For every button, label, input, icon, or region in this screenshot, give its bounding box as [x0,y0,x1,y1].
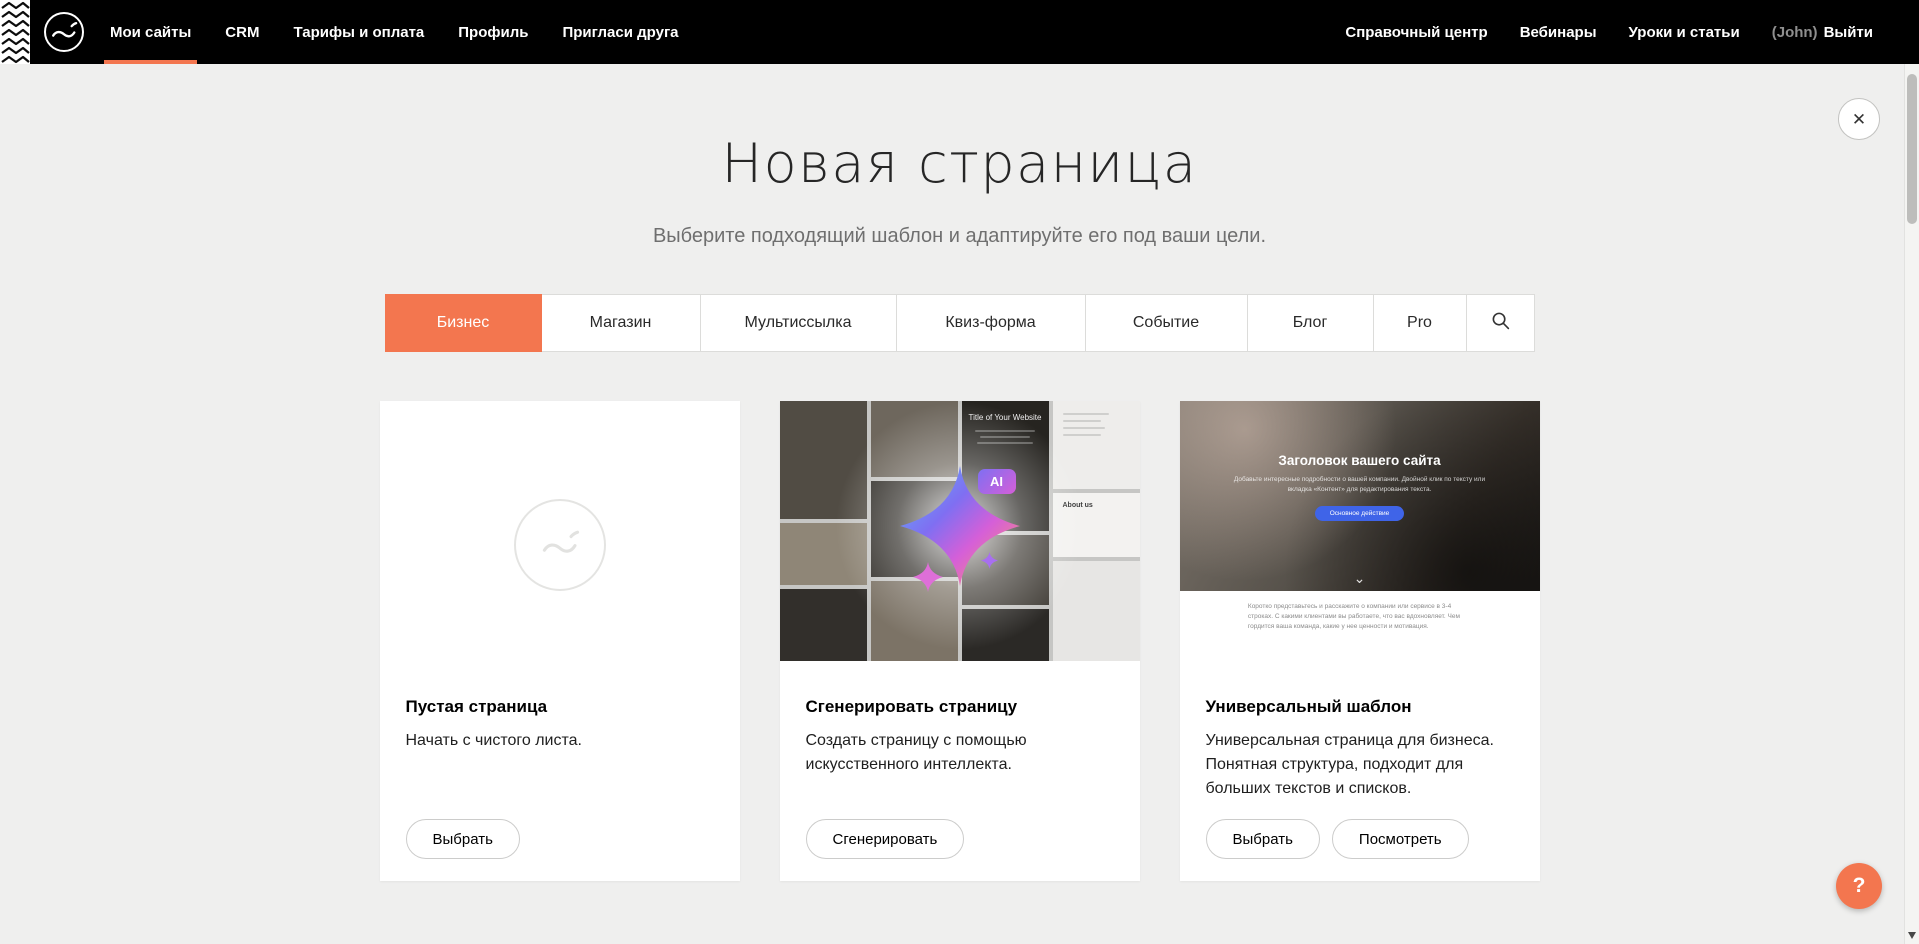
tab-store[interactable]: Магазин [541,294,701,352]
blank-preview [380,401,740,661]
tilda-logo[interactable] [44,12,84,52]
tab-blog[interactable]: Блог [1247,294,1374,352]
help-button[interactable]: ? [1836,863,1882,909]
template-card-blank: Пустая страница Начать с чистого листа. … [380,401,740,881]
ai-badge: AI [978,469,1016,494]
nav-item-profile[interactable]: Профиль [458,0,528,64]
tab-event[interactable]: Событие [1085,294,1248,352]
main-nav: Мои сайты CRM Тарифы и оплата Профиль Пр… [110,0,679,64]
logout-label: Выйти [1824,24,1873,41]
page-title: Новая страница [0,132,1919,195]
tilda-watermark-icon [514,499,606,591]
small-sparkle-icon [913,562,943,592]
nav-item-lessons[interactable]: Уроки и статьи [1629,24,1740,41]
template-cover: Заголовок вашего сайта Добавьте интересн… [1180,401,1540,591]
search-icon [1491,311,1510,335]
nav-item-tariffs[interactable]: Тарифы и оплата [293,0,424,64]
tab-business[interactable]: Бизнес [385,294,542,352]
card-actions: Выбрать [406,819,520,859]
preview-button[interactable]: Посмотреть [1332,819,1469,859]
card-content: Пустая страница Начать с чистого листа. [380,661,740,753]
tab-multilink[interactable]: Мультиссылка [700,294,897,352]
select-button[interactable]: Выбрать [406,819,520,859]
logout-link[interactable]: (John) Выйти [1772,24,1873,41]
nav-item-my-sites[interactable]: Мои сайты [110,0,191,64]
template-body-text: Коротко представьтесь и расскажите о ком… [1248,602,1471,632]
template-card-ai-generate: Title of Your Website [780,401,1140,881]
close-button[interactable]: ✕ [1838,98,1880,140]
template-cover-subtext: Добавьте интересные подробности о вашей … [1230,475,1489,495]
nav-item-crm[interactable]: CRM [225,0,259,64]
card-title: Сгенерировать страницу [806,697,1114,717]
tilda-tilde-icon [46,14,82,50]
chevron-down-icon: ⌄ [1180,573,1540,583]
tab-pro[interactable]: Pro [1373,294,1467,352]
card-title: Пустая страница [406,697,714,717]
top-nav: Мои сайты CRM Тарифы и оплата Профиль Пр… [0,0,1919,64]
nav-item-webinars[interactable]: Вебинары [1520,24,1597,41]
tab-quiz-form[interactable]: Квиз-форма [896,294,1086,352]
secondary-nav: Справочный центр Вебинары Уроки и статьи… [1345,24,1873,41]
nav-item-invite-friend[interactable]: Пригласи друга [562,0,678,64]
nav-item-help-center[interactable]: Справочный центр [1345,24,1487,41]
card-actions: Выбрать Посмотреть [1206,819,1469,859]
card-description: Начать с чистого листа. [406,729,714,753]
user-name: (John) [1772,24,1818,41]
generate-button[interactable]: Сгенерировать [806,819,965,859]
ai-collage-preview: Title of Your Website [780,401,1140,661]
card-content: Универсальный шаблон Универсальная стран… [1180,661,1540,801]
template-preview: Заголовок вашего сайта Добавьте интересн… [1180,401,1540,661]
template-card-universal: Заголовок вашего сайта Добавьте интересн… [1180,401,1540,881]
card-description: Создать страницу с помощью искусственног… [806,729,1114,777]
template-category-tabs: Бизнес Магазин Мультиссылка Квиз-форма С… [0,294,1919,352]
select-button[interactable]: Выбрать [1206,819,1320,859]
scrollbar-thumb[interactable] [1907,74,1917,224]
card-title: Универсальный шаблон [1206,697,1514,717]
zigzag-pattern-icon [0,0,30,64]
template-cover-heading: Заголовок вашего сайта [1180,453,1540,468]
search-tab[interactable] [1466,294,1535,352]
new-page-dialog: Мои сайты CRM Тарифы и оплата Профиль Пр… [0,0,1919,944]
template-cover-cta: Основное действие [1315,506,1405,521]
card-description: Универсальная страница для бизнеса. Поня… [1206,729,1514,801]
card-content: Сгенерировать страницу Создать страницу … [780,661,1140,777]
scroll-down-arrow-icon[interactable] [1908,932,1916,939]
card-actions: Сгенерировать [806,819,965,859]
page-subtitle: Выберите подходящий шаблон и адаптируйте… [0,225,1919,248]
template-cards-grid: Пустая страница Начать с чистого листа. … [380,401,1540,881]
zigzag-decoration [0,0,30,64]
scrollbar[interactable] [1904,64,1919,944]
template-body-section: Коротко представьтесь и расскажите о ком… [1180,591,1540,661]
small-sparkle-icon [981,552,998,569]
